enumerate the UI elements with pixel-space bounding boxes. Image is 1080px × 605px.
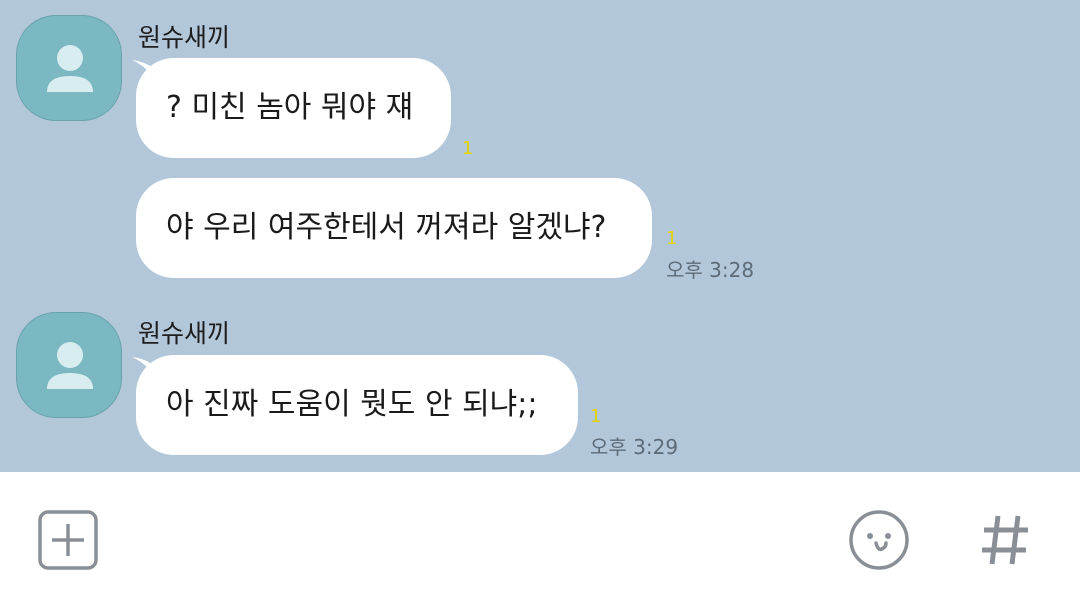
unread-count: 1 bbox=[666, 228, 678, 249]
person-icon bbox=[47, 45, 93, 92]
plus-square-icon bbox=[38, 510, 98, 570]
add-button[interactable] bbox=[38, 510, 98, 570]
person-icon bbox=[47, 342, 93, 389]
message-input-bar bbox=[0, 472, 1080, 605]
profile-avatar[interactable] bbox=[16, 15, 122, 121]
hash-icon bbox=[982, 515, 1028, 565]
hash-button[interactable] bbox=[978, 512, 1034, 568]
sender-name: 원슈새끼 bbox=[138, 319, 231, 348]
unread-count: 1 bbox=[462, 138, 474, 159]
emoji-button[interactable] bbox=[848, 509, 910, 571]
message-text: ? 미친 놈아 뭐야 쟤 bbox=[166, 90, 414, 125]
message-bubble[interactable]: 아 진짜 도움이 뭣도 안 되냐;; bbox=[136, 355, 578, 455]
message-bubble[interactable]: 야 우리 여주한테서 꺼져라 알겠냐? bbox=[136, 178, 652, 278]
message-time: 오후 3:29 bbox=[590, 435, 679, 459]
unread-count: 1 bbox=[590, 406, 602, 427]
smiley-icon bbox=[849, 510, 909, 570]
sender-name: 원슈새끼 bbox=[138, 23, 231, 52]
message-time: 오후 3:28 bbox=[666, 258, 755, 282]
message-text: 야 우리 여주한테서 꺼져라 알겠냐? bbox=[166, 210, 607, 245]
profile-avatar[interactable] bbox=[16, 312, 122, 418]
message-bubble[interactable]: ? 미친 놈아 뭐야 쟤 bbox=[136, 58, 451, 158]
chat-area[interactable]: 원슈새끼 ? 미친 놈아 뭐야 쟤 1 야 우리 여주한테서 꺼져라 알겠냐? … bbox=[0, 0, 1080, 472]
message-text: 아 진짜 도움이 뭣도 안 되냐;; bbox=[166, 387, 538, 422]
